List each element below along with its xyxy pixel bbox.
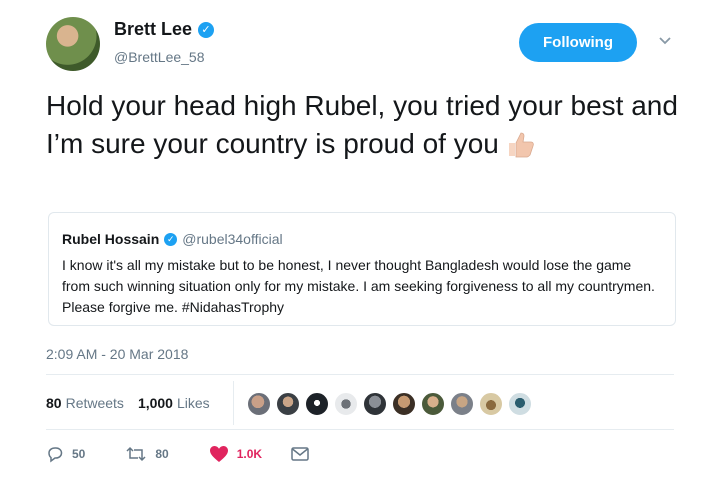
- verified-badge-icon: ✓: [198, 21, 215, 38]
- likes-stat[interactable]: 1,000 Likes: [138, 395, 210, 411]
- liker-avatar[interactable]: [449, 391, 475, 417]
- divider: [233, 381, 234, 425]
- chevron-down-icon[interactable]: [658, 33, 674, 49]
- following-button[interactable]: Following: [519, 23, 637, 62]
- retweet-icon: [126, 446, 146, 462]
- tweet-text: Hold your head high Rubel, you tried you…: [46, 87, 686, 163]
- divider: [46, 429, 674, 430]
- retweet-button[interactable]: 80: [125, 445, 169, 463]
- liker-avatar[interactable]: [275, 391, 301, 417]
- author-avatar[interactable]: [46, 17, 100, 71]
- liker-avatar[interactable]: [246, 391, 272, 417]
- liker-avatar[interactable]: [507, 391, 533, 417]
- liker-avatar[interactable]: [420, 391, 446, 417]
- retweet-count: 80: [155, 447, 169, 461]
- quoted-display-name: Rubel Hossain: [62, 231, 160, 247]
- tweet-timestamp[interactable]: 2:09 AM - 20 Mar 2018: [46, 346, 188, 362]
- quoted-author-row: Rubel Hossain ✓ @rubel34official: [62, 231, 283, 247]
- liker-avatars: [246, 391, 536, 417]
- reply-button[interactable]: 50: [46, 445, 85, 463]
- direct-message-button[interactable]: [290, 446, 318, 462]
- quoted-text: I know it's all my mistake but to be hon…: [62, 257, 655, 315]
- liker-avatar[interactable]: [362, 391, 388, 417]
- tweet-actions: 50 80 1.0K: [46, 445, 318, 463]
- likes-label: Likes: [176, 395, 210, 411]
- author-name-row: Brett Lee ✓: [114, 19, 215, 40]
- quoted-tweet[interactable]: Rubel Hossain ✓ @rubel34official I know …: [48, 212, 676, 326]
- divider: [46, 374, 674, 375]
- heart-icon: [209, 446, 228, 462]
- like-count: 1.0K: [236, 447, 263, 461]
- tweet-stats: 80 Retweets 1,000 Likes: [46, 395, 210, 411]
- tweet-body: Hold your head high Rubel, you tried you…: [46, 90, 678, 159]
- likes-count: 1,000: [137, 395, 173, 411]
- like-button[interactable]: 1.0K: [209, 445, 262, 463]
- thumbs-up-emoji: [505, 129, 535, 159]
- liker-avatar[interactable]: [304, 391, 330, 417]
- retweets-label: Retweets: [65, 395, 124, 411]
- liker-avatar[interactable]: [391, 391, 417, 417]
- reply-count: 50: [72, 447, 86, 461]
- tweet-card: Brett Lee ✓ @BrettLee_58 Following Hold …: [0, 0, 720, 480]
- author-handle[interactable]: @BrettLee_58: [114, 49, 205, 65]
- liker-avatar[interactable]: [333, 391, 359, 417]
- reply-icon: [48, 447, 63, 463]
- author-display-name[interactable]: Brett Lee: [114, 19, 192, 40]
- liker-avatar[interactable]: [478, 391, 504, 417]
- quoted-handle: @rubel34official: [182, 231, 283, 247]
- verified-badge-icon: ✓: [164, 232, 178, 246]
- envelope-icon: [291, 447, 309, 461]
- retweets-stat[interactable]: 80 Retweets: [46, 395, 124, 411]
- retweets-count: 80: [46, 395, 62, 411]
